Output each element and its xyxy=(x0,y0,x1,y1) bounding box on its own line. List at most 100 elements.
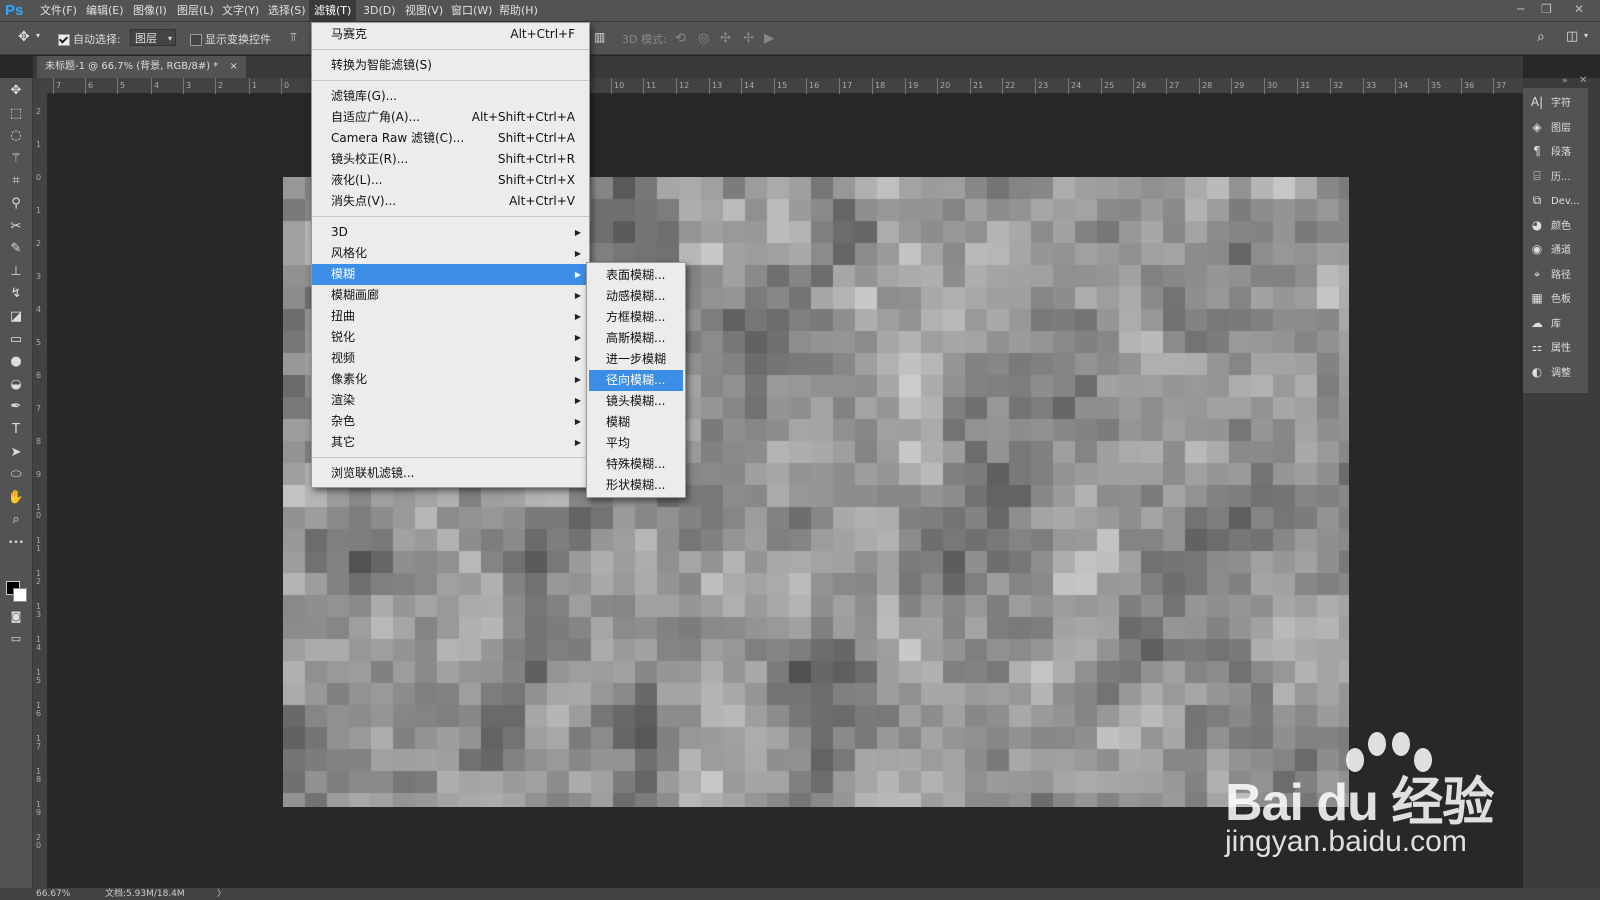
blur-submenu-item[interactable]: 径向模糊... xyxy=(589,370,683,391)
workspace-icon[interactable]: ◫ xyxy=(1566,29,1578,44)
menu-6[interactable]: 滤镜(T) xyxy=(309,0,357,22)
gradient-tool-icon[interactable]: ▭ xyxy=(6,331,26,349)
filter-menu-item[interactable]: 其它 ▶ xyxy=(312,432,589,453)
minimize-icon[interactable]: ─ xyxy=(1517,2,1524,16)
menu-9[interactable]: 窗口(W) xyxy=(446,0,497,22)
panel-tab-1[interactable]: ◈ 图层 xyxy=(1529,117,1571,137)
panel-tab-10[interactable]: ⚏ 属性 xyxy=(1529,337,1571,357)
document-tab[interactable]: 未标题-1 @ 66.7% (背景, RGB/8#) * × xyxy=(37,56,246,78)
filter-menu-item[interactable]: 渲染 ▶ xyxy=(312,390,589,411)
menu-8[interactable]: 视图(V) xyxy=(400,0,448,22)
filter-menu-item[interactable]: 扭曲 ▶ xyxy=(312,306,589,327)
more-tools-icon[interactable]: ••• xyxy=(6,534,26,552)
filter-menu-item[interactable]: 像素化 ▶ xyxy=(312,369,589,390)
filter-menu-item[interactable]: 模糊 ▶ xyxy=(312,264,589,285)
brush-tool-icon[interactable]: ✎ xyxy=(6,240,26,258)
menu-0[interactable]: 文件(F) xyxy=(35,0,82,22)
menu-4[interactable]: 文字(Y) xyxy=(217,0,264,22)
background-color-swatch[interactable] xyxy=(13,588,27,602)
blur-submenu-item[interactable]: 特殊模糊... xyxy=(587,454,685,475)
path-selection-tool-icon[interactable]: ➤ xyxy=(6,444,26,462)
close-tab-icon[interactable]: × xyxy=(229,61,237,72)
show-transform-checkbox[interactable]: 显示变换控件 xyxy=(190,31,271,47)
history-brush-tool-icon[interactable]: ↯ xyxy=(6,285,26,303)
filter-menu-item[interactable]: 转换为智能滤镜(S) xyxy=(312,55,589,76)
type-tool-icon[interactable]: T xyxy=(6,421,26,439)
panel-tab-0[interactable]: A| 字符 xyxy=(1529,92,1571,112)
quick-mask-icon[interactable]: ◙ xyxy=(6,608,26,626)
filter-menu-item[interactable]: 浏览联机滤镜... xyxy=(312,463,589,484)
3d-rotate-icon[interactable]: ⟲ xyxy=(675,31,686,46)
blur-submenu-item[interactable]: 平均 xyxy=(587,433,685,454)
menu-1[interactable]: 编辑(E) xyxy=(81,0,129,22)
panel-tab-5[interactable]: ◕ 颜色 xyxy=(1529,215,1571,235)
move-tool-icon[interactable]: ✥ xyxy=(18,29,30,45)
panel-tab-11[interactable]: ◐ 调整 xyxy=(1529,362,1571,382)
menu-5[interactable]: 选择(S) xyxy=(263,0,311,22)
blur-submenu-item[interactable]: 模糊 xyxy=(587,412,685,433)
close-icon[interactable]: ✕ xyxy=(1574,2,1584,16)
panel-tab-2[interactable]: ¶ 段落 xyxy=(1529,141,1571,161)
chevron-down-icon[interactable]: ▾ xyxy=(36,31,40,40)
filter-menu-item[interactable]: 视频 ▶ xyxy=(312,348,589,369)
magic-wand-tool-icon[interactable]: ⚚ xyxy=(6,150,26,168)
healing-brush-tool-icon[interactable]: ✂ xyxy=(6,218,26,236)
panel-tab-8[interactable]: ▦ 色板 xyxy=(1529,288,1571,308)
close-panel-icon[interactable]: ✕ xyxy=(1579,75,1587,86)
blur-submenu-item[interactable]: 动感模糊... xyxy=(587,286,685,307)
dodge-tool-icon[interactable]: ◒ xyxy=(6,376,26,394)
layer-select-dropdown[interactable]: 图层 ▾ xyxy=(130,29,176,46)
3d-slide-icon[interactable]: ✢ xyxy=(743,31,754,46)
blur-submenu-item[interactable]: 方框模糊... xyxy=(587,307,685,328)
move-tool-icon[interactable]: ✥ xyxy=(6,82,26,100)
menu-2[interactable]: 图像(I) xyxy=(128,0,172,22)
blur-tool-icon[interactable]: ● xyxy=(6,353,26,371)
eraser-tool-icon[interactable]: ◪ xyxy=(6,308,26,326)
zoom-tool-icon[interactable]: ⌕ xyxy=(6,511,26,529)
eyedropper-tool-icon[interactable]: ⚲ xyxy=(6,195,26,213)
blur-submenu-item[interactable]: 表面模糊... xyxy=(587,265,685,286)
panel-tab-3[interactable]: ⌸ 历... xyxy=(1529,166,1570,186)
hand-tool-icon[interactable]: ✋ xyxy=(6,489,26,507)
filter-menu-item[interactable]: 3D ▶ xyxy=(312,222,589,243)
menu-10[interactable]: 帮助(H) xyxy=(494,0,543,22)
stamp-tool-icon[interactable]: ⊥ xyxy=(6,263,26,281)
lasso-tool-icon[interactable]: ◌ xyxy=(6,127,26,145)
blur-submenu-item[interactable]: 形状模糊... xyxy=(587,475,685,496)
distribute-icon[interactable]: ▥ xyxy=(594,30,605,44)
auto-select-checkbox[interactable]: 自动选择: xyxy=(58,31,121,47)
status-expand-icon[interactable]: 〉 xyxy=(217,888,226,900)
align-top-icon[interactable]: ⫪ xyxy=(290,30,297,45)
blur-submenu-item[interactable]: 镜头模糊... xyxy=(587,391,685,412)
pen-tool-icon[interactable]: ✒ xyxy=(6,398,26,416)
filter-menu-item[interactable]: 马赛克 Alt+Ctrl+F xyxy=(312,24,589,45)
marquee-tool-icon[interactable]: ⬚ xyxy=(6,105,26,123)
crop-tool-icon[interactable]: ⌗ xyxy=(6,172,26,190)
blur-submenu-item[interactable]: 进一步模糊 xyxy=(587,349,685,370)
panel-tab-4[interactable]: ⧉ Dev... xyxy=(1529,190,1580,210)
screen-mode-icon[interactable]: ▭ xyxy=(6,630,26,648)
filter-menu-item[interactable]: 自适应广角(A)... Alt+Shift+Ctrl+A xyxy=(312,107,589,128)
filter-menu-item[interactable]: 镜头校正(R)... Shift+Ctrl+R xyxy=(312,149,589,170)
filter-menu-item[interactable]: 风格化 ▶ xyxy=(312,243,589,264)
zoom-level[interactable]: 66.67% xyxy=(36,888,70,900)
filter-menu-item[interactable]: 杂色 ▶ xyxy=(312,411,589,432)
filter-menu-item[interactable]: Camera Raw 滤镜(C)... Shift+Ctrl+A xyxy=(312,128,589,149)
collapse-panel-icon[interactable]: » xyxy=(1562,76,1568,86)
filter-menu-item[interactable]: 液化(L)... Shift+Ctrl+X xyxy=(312,170,589,191)
menu-3[interactable]: 图层(L) xyxy=(172,0,219,22)
panel-tab-9[interactable]: ☁ 库 xyxy=(1529,313,1561,333)
3d-scale-icon[interactable]: ▶ xyxy=(764,31,774,46)
filter-menu-item[interactable]: 滤镜库(G)... xyxy=(312,86,589,107)
shape-tool-icon[interactable]: ⬭ xyxy=(6,466,26,484)
panel-tab-7[interactable]: ⌖ 路径 xyxy=(1529,264,1571,284)
restore-icon[interactable]: ❐ xyxy=(1541,2,1552,16)
3d-pan-icon[interactable]: ✣ xyxy=(720,31,731,46)
panel-tab-6[interactable]: ◉ 通道 xyxy=(1529,239,1571,259)
blur-submenu-item[interactable]: 高斯模糊... xyxy=(587,328,685,349)
3d-roll-icon[interactable]: ◎ xyxy=(698,31,709,46)
filter-menu-item[interactable]: 锐化 ▶ xyxy=(312,327,589,348)
filter-menu-item[interactable]: 模糊画廊 ▶ xyxy=(312,285,589,306)
chevron-down-icon[interactable]: ▾ xyxy=(1584,31,1588,40)
search-icon[interactable]: ⌕ xyxy=(1537,29,1545,45)
